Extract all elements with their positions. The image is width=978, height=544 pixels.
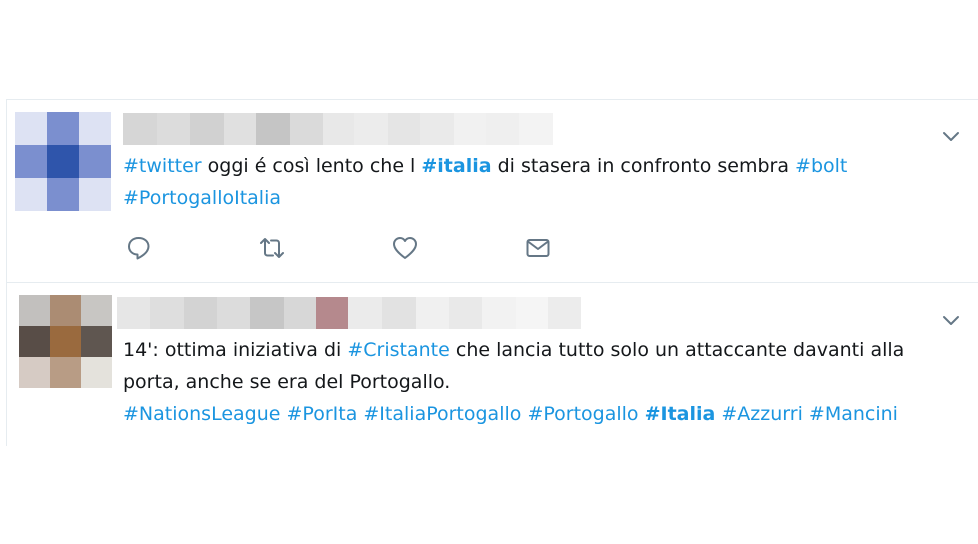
tweet-feed: #twitter oggi é così lento che l #italia…	[6, 99, 978, 446]
avatar-pixel	[47, 112, 79, 145]
avatar-pixel	[15, 178, 47, 211]
avatar-pixel	[19, 326, 50, 357]
name-blur-pixel	[256, 113, 290, 145]
name-blur-pixel	[519, 113, 553, 145]
hashtag-link[interactable]: #NationsLeague	[123, 403, 280, 425]
chevron-down-icon[interactable]	[941, 310, 961, 330]
name-blur-pixel	[348, 297, 382, 329]
hashtag-link[interactable]: #ItaliaPortogallo	[363, 403, 521, 425]
name-blur-pixel	[190, 113, 224, 145]
avatar-pixel	[50, 357, 81, 388]
name-blur-pixel	[157, 113, 190, 145]
name-blur-pixel	[388, 113, 420, 145]
name-blur-pixel	[123, 113, 157, 145]
name-blur-pixel	[150, 297, 184, 329]
tweet-text-span: che lancia tutto solo un attaccante dava…	[449, 339, 905, 361]
avatar-pixel	[79, 145, 111, 178]
hashtag-link[interactable]: #PortogalloItalia	[123, 187, 281, 209]
like-icon[interactable]	[391, 234, 419, 262]
hashtag-link[interactable]: #Portogallo	[527, 403, 638, 425]
tweet[interactable]: 14': ottima iniziativa di #Cristante che…	[7, 282, 978, 447]
name-blur-pixel	[250, 297, 284, 329]
avatar-pixel	[50, 295, 81, 326]
avatar-pixel	[15, 112, 47, 145]
hashtag-link[interactable]: #italia	[421, 155, 491, 177]
tweet-text-span: oggi é così lento che l	[201, 155, 422, 177]
avatar-pixel	[50, 326, 81, 357]
name-blur-pixel	[323, 113, 354, 145]
avatar[interactable]	[15, 112, 111, 211]
name-blur-pixel	[449, 297, 482, 329]
tweet[interactable]: #twitter oggi é così lento che l #italia…	[7, 100, 978, 282]
name-blur-pixel	[516, 297, 548, 329]
blurred-user-name[interactable]	[117, 297, 581, 329]
avatar-pixel	[81, 357, 112, 388]
name-blur-pixel	[482, 297, 516, 329]
reply-icon[interactable]	[125, 234, 153, 262]
name-blur-pixel	[382, 297, 416, 329]
name-blur-pixel	[486, 113, 519, 145]
tweet-text: #twitter oggi é così lento che l #italia…	[123, 150, 963, 214]
avatar-pixel	[47, 178, 79, 211]
avatar-pixel	[79, 178, 111, 211]
blurred-user-name[interactable]	[123, 113, 553, 145]
name-blur-pixel	[117, 297, 150, 329]
avatar-pixel	[81, 295, 112, 326]
hashtag-link[interactable]: #twitter	[123, 155, 202, 177]
avatar-pixel	[47, 145, 79, 178]
tweet-text: 14': ottima iniziativa di #Cristante che…	[123, 334, 963, 430]
avatar[interactable]	[19, 295, 112, 389]
avatar-pixel	[15, 145, 47, 178]
tweet-actions	[125, 234, 552, 262]
name-blur-pixel	[184, 297, 217, 329]
hashtag-link[interactable]: #PorIta	[287, 403, 358, 425]
tweet-text-span: porta, anche se era del Portogallo.	[123, 371, 451, 393]
name-blur-pixel	[224, 113, 256, 145]
name-blur-pixel	[217, 297, 250, 329]
name-blur-pixel	[420, 113, 454, 145]
hashtag-link[interactable]: #bolt	[795, 155, 847, 177]
avatar-pixel	[19, 295, 50, 326]
avatar-pixel	[19, 357, 50, 388]
name-blur-pixel	[316, 297, 348, 329]
name-blur-pixel	[454, 113, 486, 145]
retweet-icon[interactable]	[258, 234, 286, 262]
hashtag-link[interactable]: #Italia	[645, 403, 716, 425]
hashtag-link[interactable]: #Mancini	[809, 403, 898, 425]
hashtag-link[interactable]: #Cristante	[347, 339, 449, 361]
avatar-pixel	[81, 326, 112, 357]
hashtag-link[interactable]: #Azzurri	[721, 403, 802, 425]
avatar-pixel	[79, 112, 111, 145]
name-blur-pixel	[416, 297, 449, 329]
direct-message-icon[interactable]	[524, 234, 552, 262]
name-blur-pixel	[354, 113, 388, 145]
tweet-text-span: di stasera in confronto sembra	[491, 155, 796, 177]
name-blur-pixel	[284, 297, 316, 329]
name-blur-pixel	[290, 113, 323, 145]
name-blur-pixel	[548, 297, 581, 329]
chevron-down-icon[interactable]	[941, 126, 961, 146]
tweet-text-span: 14': ottima iniziativa di	[123, 339, 348, 361]
